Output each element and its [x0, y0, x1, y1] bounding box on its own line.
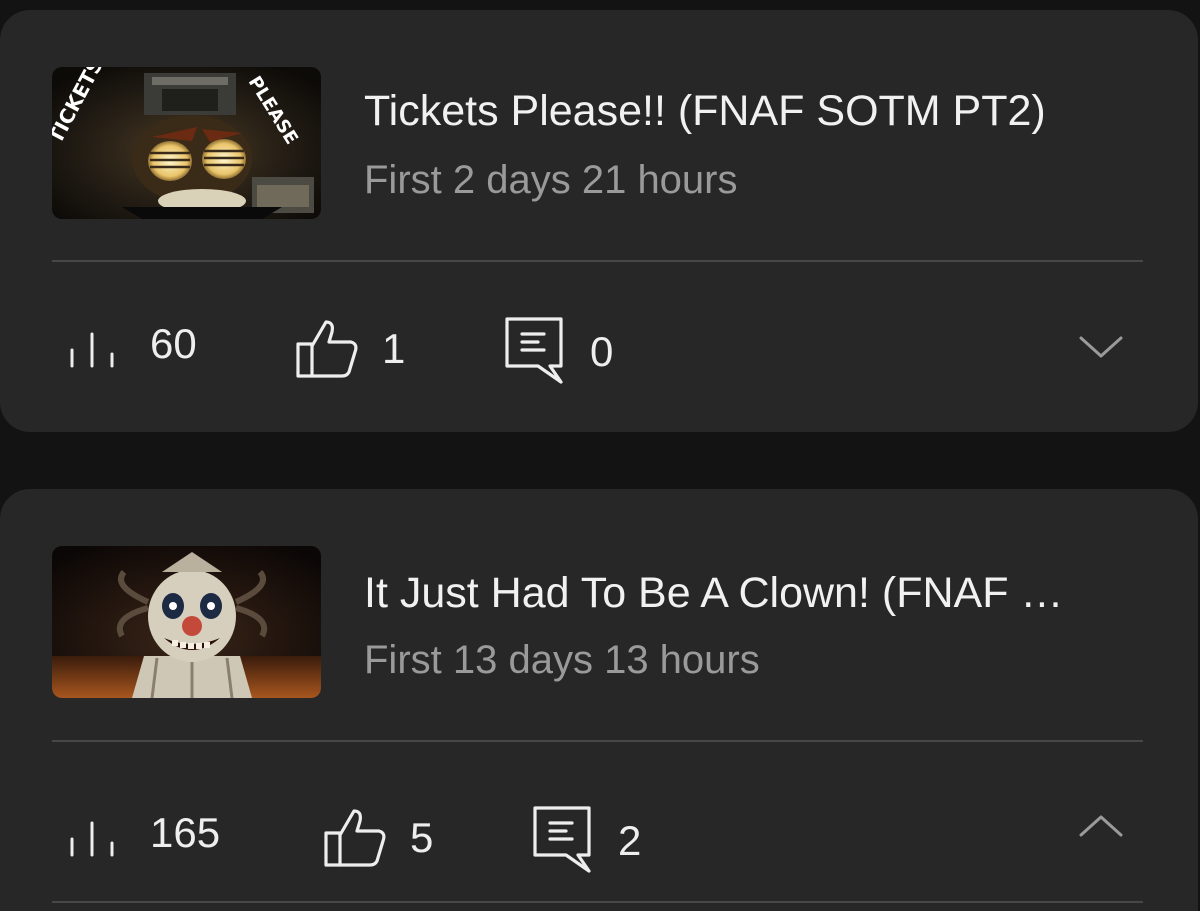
comment-icon: [533, 806, 591, 873]
video-time-period: First 2 days 21 hours: [364, 158, 738, 202]
divider: [52, 740, 1143, 742]
likes-stat: 5: [322, 805, 433, 871]
views-stat: 165: [64, 805, 220, 861]
comments-count: 2: [618, 817, 642, 864]
video-analytics-list: TICKETS PLEASE Tickets Please!! (FNAF SO…: [0, 0, 1200, 911]
video-title[interactable]: It Just Had To Be A Clown! (FNAF …: [364, 569, 1063, 618]
video-thumbnail[interactable]: TICKETS PLEASE: [52, 67, 321, 219]
video-title[interactable]: Tickets Please!! (FNAF SOTM PT2): [364, 87, 1046, 136]
thumbs-up-icon: [324, 809, 386, 867]
chevron-up-icon[interactable]: [1078, 813, 1124, 839]
views-count: 165: [150, 809, 221, 856]
bar-chart-icon: [70, 332, 114, 368]
divider: [52, 901, 1143, 903]
views-stat: 60: [64, 316, 197, 372]
thumbs-up-icon: [296, 320, 358, 378]
video-thumbnail[interactable]: [52, 546, 321, 698]
comments-count: 0: [590, 328, 614, 375]
views-count: 60: [150, 320, 197, 367]
video-card[interactable]: TICKETS PLEASE Tickets Please!! (FNAF SO…: [0, 10, 1198, 432]
video-time-period: First 13 days 13 hours: [364, 638, 760, 682]
likes-count: 5: [410, 814, 434, 861]
comments-stat: 0: [504, 316, 613, 388]
thumbnail-image: TICKETS PLEASE: [52, 67, 321, 219]
comment-icon: [505, 317, 563, 384]
chevron-down-icon[interactable]: [1078, 334, 1124, 360]
likes-count: 1: [382, 325, 406, 372]
bar-chart-icon: [70, 821, 114, 857]
likes-stat: 1: [294, 316, 405, 382]
divider: [52, 260, 1143, 262]
comments-stat: 2: [532, 805, 641, 877]
video-card[interactable]: It Just Had To Be A Clown! (FNAF … First…: [0, 489, 1198, 911]
thumbnail-image: [52, 546, 321, 698]
